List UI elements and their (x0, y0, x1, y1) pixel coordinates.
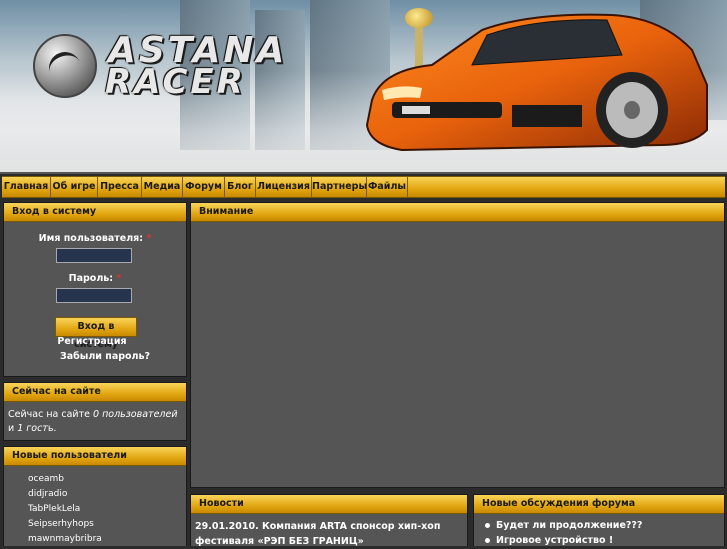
attention-title: Внимание (191, 203, 724, 222)
nav-forum[interactable]: Форум (183, 177, 225, 197)
online-guests-count: 1 гост (17, 423, 48, 434)
forum-topic-item[interactable]: Игровое устройство ! (474, 533, 724, 548)
main-nav: Главная Об игре Пресса Медиа Форум Блог … (2, 176, 725, 198)
password-input[interactable] (56, 288, 132, 303)
new-user-item[interactable]: oceamb (28, 472, 186, 487)
nav-partners[interactable]: Партнеры (312, 177, 367, 197)
bullet-icon (485, 523, 490, 528)
car-image (365, 13, 708, 152)
nav-home[interactable]: Главная (2, 177, 51, 197)
forgot-password-link[interactable]: Забыли пароль? (14, 351, 196, 362)
nav-about[interactable]: Об игре (51, 177, 98, 197)
nav-media[interactable]: Медиа (142, 177, 183, 197)
site-banner: ASTANA RACER (0, 0, 727, 174)
new-user-item[interactable]: Seipserhyhops (28, 517, 186, 532)
username-label: Имя пользователя: * (38, 233, 152, 244)
new-users-list: oceamb didjradio TabPlekLela Seipserhyho… (4, 466, 186, 547)
new-users-title: Новые пользователи (4, 447, 186, 466)
online-text: Сейчас на сайте 0 пользователей и 1 гост… (8, 409, 178, 434)
new-users-panel: Новые пользователи oceamb didjradio TabP… (3, 446, 187, 546)
nav-files[interactable]: Файлы (367, 177, 408, 197)
login-panel: Вход в систему Имя пользователя: * Парол… (3, 202, 187, 377)
bullet-icon (485, 538, 490, 543)
password-label: Пароль: * (68, 273, 122, 284)
online-users-count: 0 пользователей (93, 409, 178, 420)
online-panel: Сейчас на сайте Сейчас на сайте 0 пользо… (3, 382, 187, 441)
forum-panel: Новые обсуждения форума Будет ли продолж… (473, 494, 725, 546)
nav-blog[interactable]: Блог (225, 177, 256, 197)
nav-license[interactable]: Лицензия (256, 177, 312, 197)
username-input[interactable] (56, 248, 132, 263)
login-button[interactable]: Вход в систему (55, 317, 137, 350)
register-link[interactable]: Регистрация (1, 336, 183, 347)
nav-press[interactable]: Пресса (98, 177, 142, 197)
forum-topic-list: Будет ли продолжение??? Игровое устройст… (474, 514, 724, 548)
login-title: Вход в систему (4, 203, 186, 222)
logo-emblem (33, 34, 97, 98)
forum-topic-item[interactable]: Будет ли продолжение??? (474, 518, 724, 533)
news-title: Новости (191, 495, 467, 514)
forum-title: Новые обсуждения форума (474, 495, 724, 514)
news-panel: Новости 29.01.2010. Компания ARTA спонсо… (190, 494, 468, 549)
logo-text-line2: RACER (105, 62, 246, 102)
new-user-item[interactable]: TabPlekLela (28, 502, 186, 517)
online-title: Сейчас на сайте (4, 383, 186, 402)
attention-panel: Внимание (190, 202, 725, 488)
news-item[interactable]: 29.01.2010. Компания ARTA спонсор хип-хо… (191, 514, 467, 549)
new-user-item[interactable]: didjradio (28, 487, 186, 502)
